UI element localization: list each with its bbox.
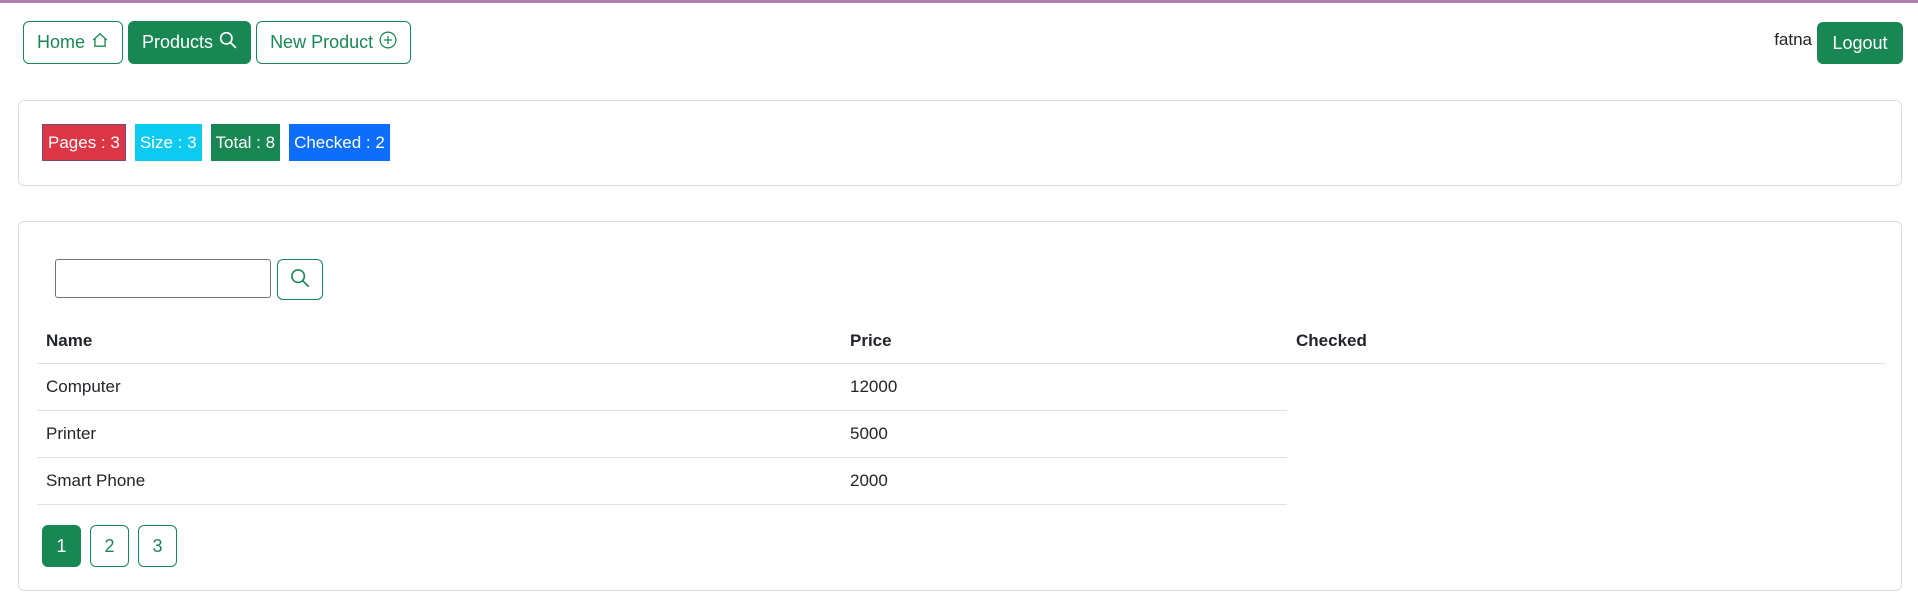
pages-badge: Pages : 3 bbox=[42, 124, 126, 161]
page-button-2[interactable]: 2 bbox=[90, 525, 129, 567]
table-header: Name Price Checked bbox=[37, 318, 1885, 364]
home-button-label: Home bbox=[37, 32, 86, 52]
logout-button[interactable]: Logout bbox=[1817, 22, 1903, 64]
products-button-label: Products bbox=[142, 32, 214, 52]
top-accent-line bbox=[0, 0, 1918, 3]
search-input[interactable] bbox=[55, 259, 271, 298]
cell-name: Computer bbox=[46, 377, 121, 396]
stats-card: Pages : 3 Size : 3 Total : 8 Checked : 2 bbox=[18, 100, 1902, 186]
home-button[interactable]: Home bbox=[23, 21, 124, 64]
cell-name: Printer bbox=[46, 424, 97, 443]
table-row: Computer 12000 bbox=[37, 364, 1287, 411]
page-button-1[interactable]: 1 bbox=[42, 525, 81, 567]
page-button-3[interactable]: 3 bbox=[138, 525, 177, 567]
search-form bbox=[55, 259, 323, 300]
username: fatna bbox=[1774, 30, 1812, 49]
header-checked: Checked bbox=[1296, 330, 1367, 350]
checked-badge: Checked : 2 bbox=[289, 124, 390, 161]
new-product-button[interactable]: New Product bbox=[256, 21, 412, 64]
new-product-button-label: New Product bbox=[270, 32, 374, 52]
home-icon bbox=[91, 31, 109, 54]
cell-price: 2000 bbox=[850, 471, 888, 490]
products-button[interactable]: Products bbox=[128, 21, 252, 64]
header-price: Price bbox=[850, 330, 892, 350]
header-name: Name bbox=[46, 330, 93, 350]
table-row: Printer 5000 bbox=[37, 411, 1287, 458]
stats-badges: Pages : 3 Size : 3 Total : 8 Checked : 2 bbox=[42, 124, 390, 161]
total-badge: Total : 8 bbox=[210, 124, 281, 161]
table-row: Smart Phone 2000 bbox=[37, 458, 1287, 505]
search-button[interactable] bbox=[277, 259, 323, 300]
size-badge: Size : 3 bbox=[134, 124, 202, 161]
products-card: Name Price Checked Computer 12000 Printe… bbox=[18, 221, 1902, 591]
plus-circle-icon bbox=[379, 31, 397, 54]
products-table: Name Price Checked Computer 12000 Printe… bbox=[37, 318, 1885, 505]
main-nav: Home Products New Product bbox=[23, 21, 412, 64]
cell-price: 5000 bbox=[850, 424, 888, 443]
search-icon bbox=[290, 268, 310, 291]
cell-price: 12000 bbox=[850, 377, 898, 396]
search-icon bbox=[219, 31, 237, 54]
pagination: 1 2 3 bbox=[42, 525, 177, 567]
cell-name: Smart Phone bbox=[46, 471, 146, 490]
